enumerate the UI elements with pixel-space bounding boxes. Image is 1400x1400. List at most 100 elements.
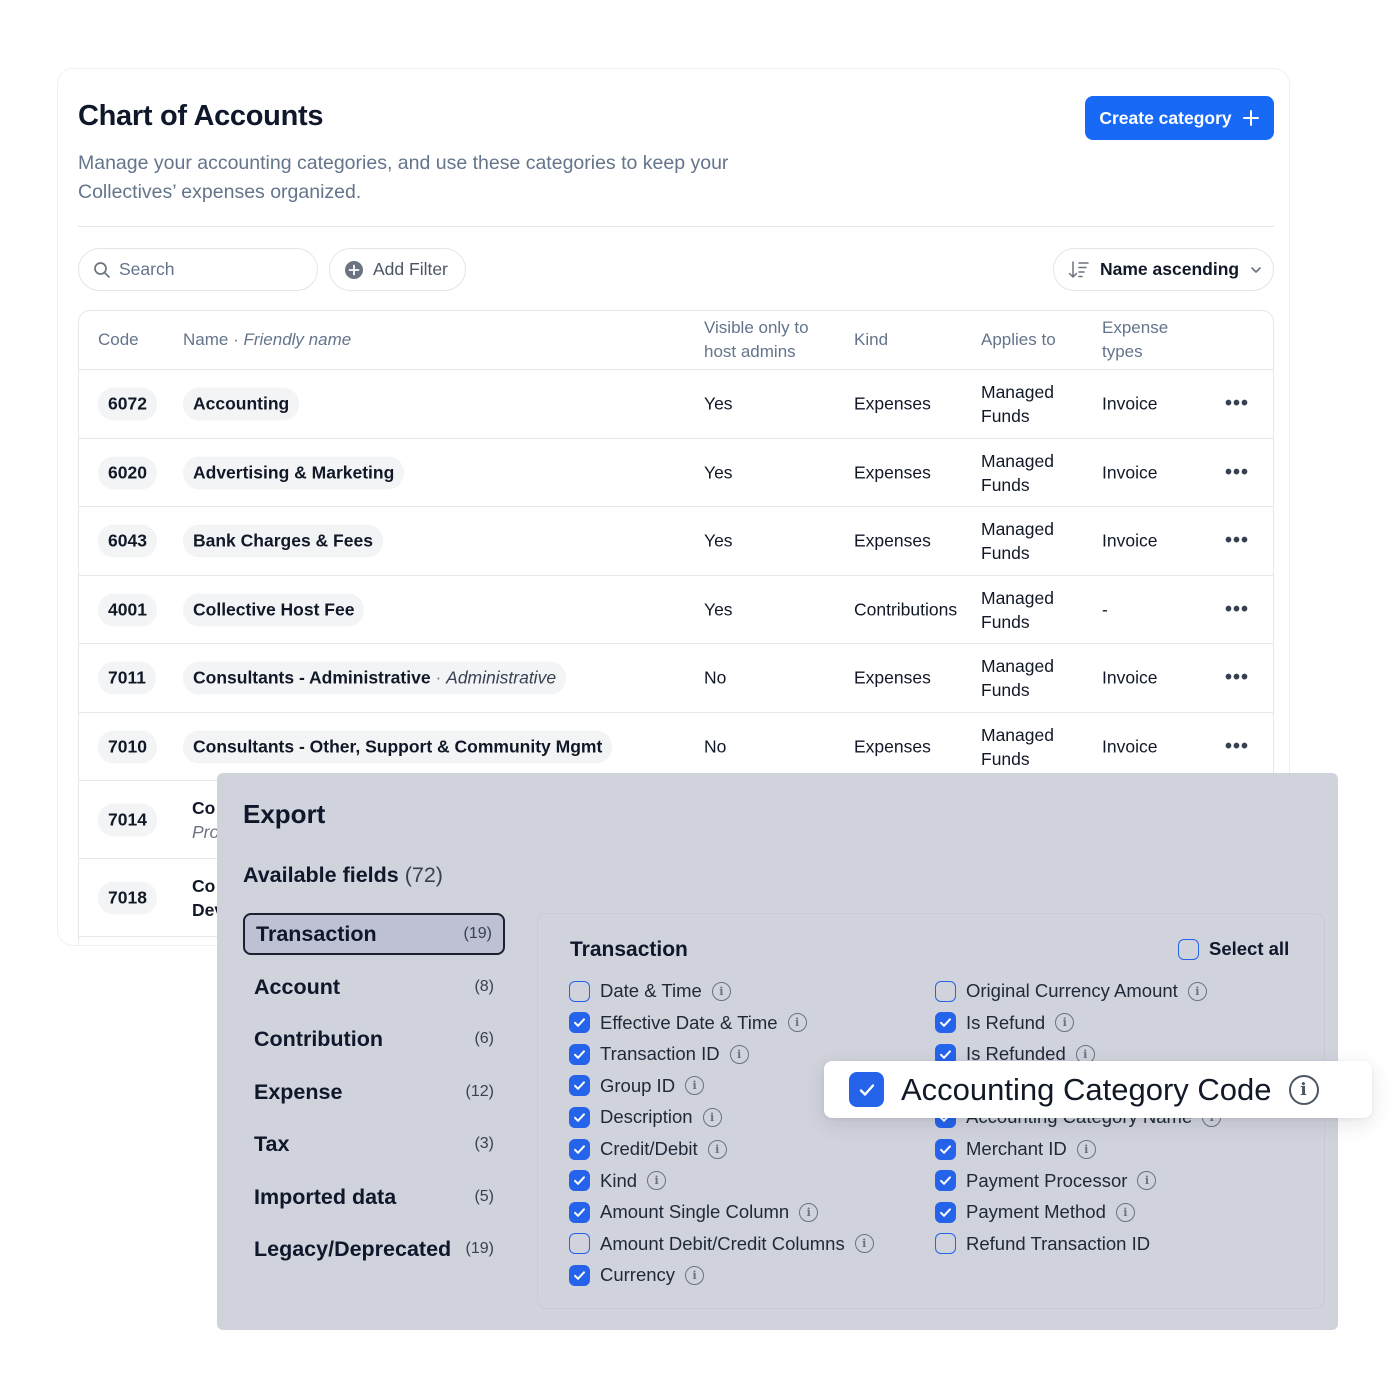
export-title: Export — [243, 799, 326, 829]
checkbox[interactable] — [569, 1012, 590, 1034]
row-name[interactable]: Co Pro — [192, 796, 219, 844]
info-icon[interactable]: i — [711, 981, 731, 1001]
checkbox[interactable] — [569, 1138, 590, 1160]
search-input[interactable]: Search — [78, 248, 318, 291]
table-row[interactable]: 6020 Advertising & Marketing Yes Expense… — [79, 439, 1273, 507]
category-tab-transaction[interactable]: Transaction (19) — [243, 913, 505, 955]
table-row[interactable]: 7011 Consultants - Administrative · Admi… — [79, 644, 1273, 713]
checkbox[interactable] — [935, 1138, 956, 1160]
table-row[interactable]: 4001 Collective Host Fee Yes Contributio… — [79, 576, 1273, 644]
field-option[interactable]: Description i — [569, 1106, 722, 1128]
add-filter-button[interactable]: Add Filter — [329, 248, 466, 291]
checkbox[interactable] — [569, 980, 590, 1002]
info-icon[interactable]: i — [707, 1139, 727, 1159]
info-icon[interactable]: i — [702, 1107, 722, 1127]
field-option[interactable]: Is Refund i — [935, 1012, 1075, 1034]
field-option[interactable]: Credit/Debit i — [569, 1138, 727, 1160]
field-option[interactable]: Currency i — [569, 1264, 705, 1286]
field-label: Original Currency Amount — [966, 980, 1178, 1001]
info-icon[interactable]: i — [787, 1013, 807, 1033]
field-option[interactable]: Amount Single Column i — [569, 1201, 819, 1223]
row-name[interactable]: Accounting — [183, 387, 300, 421]
checkbox[interactable] — [569, 1233, 590, 1255]
field-option[interactable]: Original Currency Amount i — [935, 980, 1207, 1002]
table-row[interactable]: 6043 Bank Charges & Fees Yes Expenses Ma… — [79, 507, 1273, 576]
header-divider — [78, 226, 1274, 227]
info-icon[interactable]: i — [685, 1076, 705, 1096]
available-fields-heading: Available fields (72) — [243, 863, 443, 887]
checkbox[interactable] — [935, 1012, 956, 1034]
category-tab-account[interactable]: Account (8) — [243, 966, 505, 1008]
field-label: Credit/Debit — [600, 1138, 698, 1159]
table-row[interactable]: 6072 Accounting Yes Expenses Managed Fun… — [79, 370, 1273, 439]
more-horizontal-icon[interactable]: ••• — [1225, 667, 1249, 690]
checkbox[interactable] — [569, 1075, 590, 1097]
row-applies: Managed Funds — [981, 587, 1054, 632]
row-visible: Yes — [704, 462, 733, 482]
field-option[interactable]: Group ID i — [569, 1075, 705, 1097]
row-code: 6020 — [98, 456, 157, 489]
more-horizontal-icon[interactable]: ••• — [1225, 598, 1249, 621]
info-icon[interactable]: i — [647, 1171, 667, 1191]
row-name[interactable]: Collective Host Fee — [183, 593, 365, 626]
info-icon[interactable]: i — [685, 1265, 705, 1285]
table-row[interactable]: 7010 Consultants - Other, Support & Comm… — [79, 713, 1273, 781]
highlighted-field-accounting-category-code[interactable]: Accounting Category Code i — [824, 1061, 1372, 1118]
category-tab-tax[interactable]: Tax (3) — [243, 1123, 505, 1165]
more-horizontal-icon[interactable]: ••• — [1225, 393, 1249, 416]
field-option[interactable]: Kind i — [569, 1170, 667, 1192]
create-category-label: Create category — [1099, 107, 1232, 128]
field-option[interactable]: Effective Date & Time i — [569, 1012, 807, 1034]
info-icon[interactable]: i — [1187, 981, 1207, 1001]
field-option[interactable]: Payment Processor i — [935, 1170, 1157, 1192]
field-label: Payment Method — [966, 1201, 1106, 1223]
checkbox[interactable] — [569, 1201, 590, 1223]
category-tab-contribution[interactable]: Contribution (6) — [243, 1018, 505, 1060]
more-horizontal-icon[interactable]: ••• — [1225, 461, 1249, 484]
checkbox[interactable] — [569, 1043, 590, 1065]
field-option[interactable]: Merchant ID i — [935, 1138, 1096, 1160]
row-name[interactable]: Consultants - Administrative · Administr… — [183, 661, 567, 695]
chevron-down-icon — [1251, 266, 1261, 273]
checkbox[interactable] — [935, 1233, 956, 1255]
info-icon[interactable]: i — [1055, 1013, 1075, 1033]
category-tab-legacy-deprecated[interactable]: Legacy/Deprecated (19) — [243, 1228, 505, 1270]
info-icon[interactable]: i — [1115, 1202, 1135, 1222]
info-icon[interactable]: i — [854, 1234, 874, 1254]
field-option[interactable]: Amount Debit/Credit Columns i — [569, 1233, 874, 1255]
row-name[interactable]: Bank Charges & Fees — [183, 524, 383, 558]
row-visible: Yes — [704, 599, 733, 619]
field-option[interactable]: Payment Method i — [935, 1201, 1135, 1223]
info-icon[interactable]: i — [1076, 1139, 1096, 1159]
checkbox[interactable] — [569, 1106, 590, 1128]
checkbox[interactable] — [849, 1072, 884, 1107]
more-horizontal-icon[interactable]: ••• — [1225, 735, 1249, 758]
category-tab-expense[interactable]: Expense (12) — [243, 1071, 505, 1113]
category-tab-imported-data[interactable]: Imported data (5) — [243, 1176, 505, 1218]
info-icon[interactable]: i — [1288, 1074, 1319, 1105]
page-title: Chart of Accounts — [78, 100, 324, 132]
checkbox[interactable] — [935, 1170, 956, 1192]
create-category-button[interactable]: Create category — [1085, 96, 1274, 140]
info-icon[interactable]: i — [729, 1044, 749, 1064]
sort-descending-icon — [1068, 260, 1089, 278]
field-option[interactable]: Date & Time i — [569, 980, 731, 1002]
page-subtitle: Manage your accounting categories, and u… — [78, 152, 729, 203]
sort-dropdown[interactable]: Name ascending — [1053, 248, 1274, 291]
checkbox[interactable] — [569, 1170, 590, 1192]
row-applies: Managed Funds — [981, 382, 1054, 426]
checkbox[interactable] — [935, 1201, 956, 1223]
row-name[interactable]: Consultants - Other, Support & Community… — [183, 730, 613, 763]
select-all-checkbox[interactable]: Select all — [1178, 938, 1289, 960]
row-visible: Yes — [704, 530, 733, 551]
info-icon[interactable]: i — [1137, 1171, 1157, 1191]
row-name[interactable]: Advertising & Marketing — [183, 456, 405, 489]
field-option[interactable]: Refund Transaction ID — [935, 1233, 1150, 1255]
info-icon[interactable]: i — [799, 1202, 819, 1222]
field-option[interactable]: Transaction ID i — [569, 1043, 749, 1065]
checkbox[interactable] — [569, 1264, 590, 1286]
checkbox[interactable] — [935, 980, 956, 1002]
check-icon — [940, 1049, 951, 1059]
more-horizontal-icon[interactable]: ••• — [1225, 530, 1249, 553]
checkbox[interactable] — [1178, 938, 1199, 960]
